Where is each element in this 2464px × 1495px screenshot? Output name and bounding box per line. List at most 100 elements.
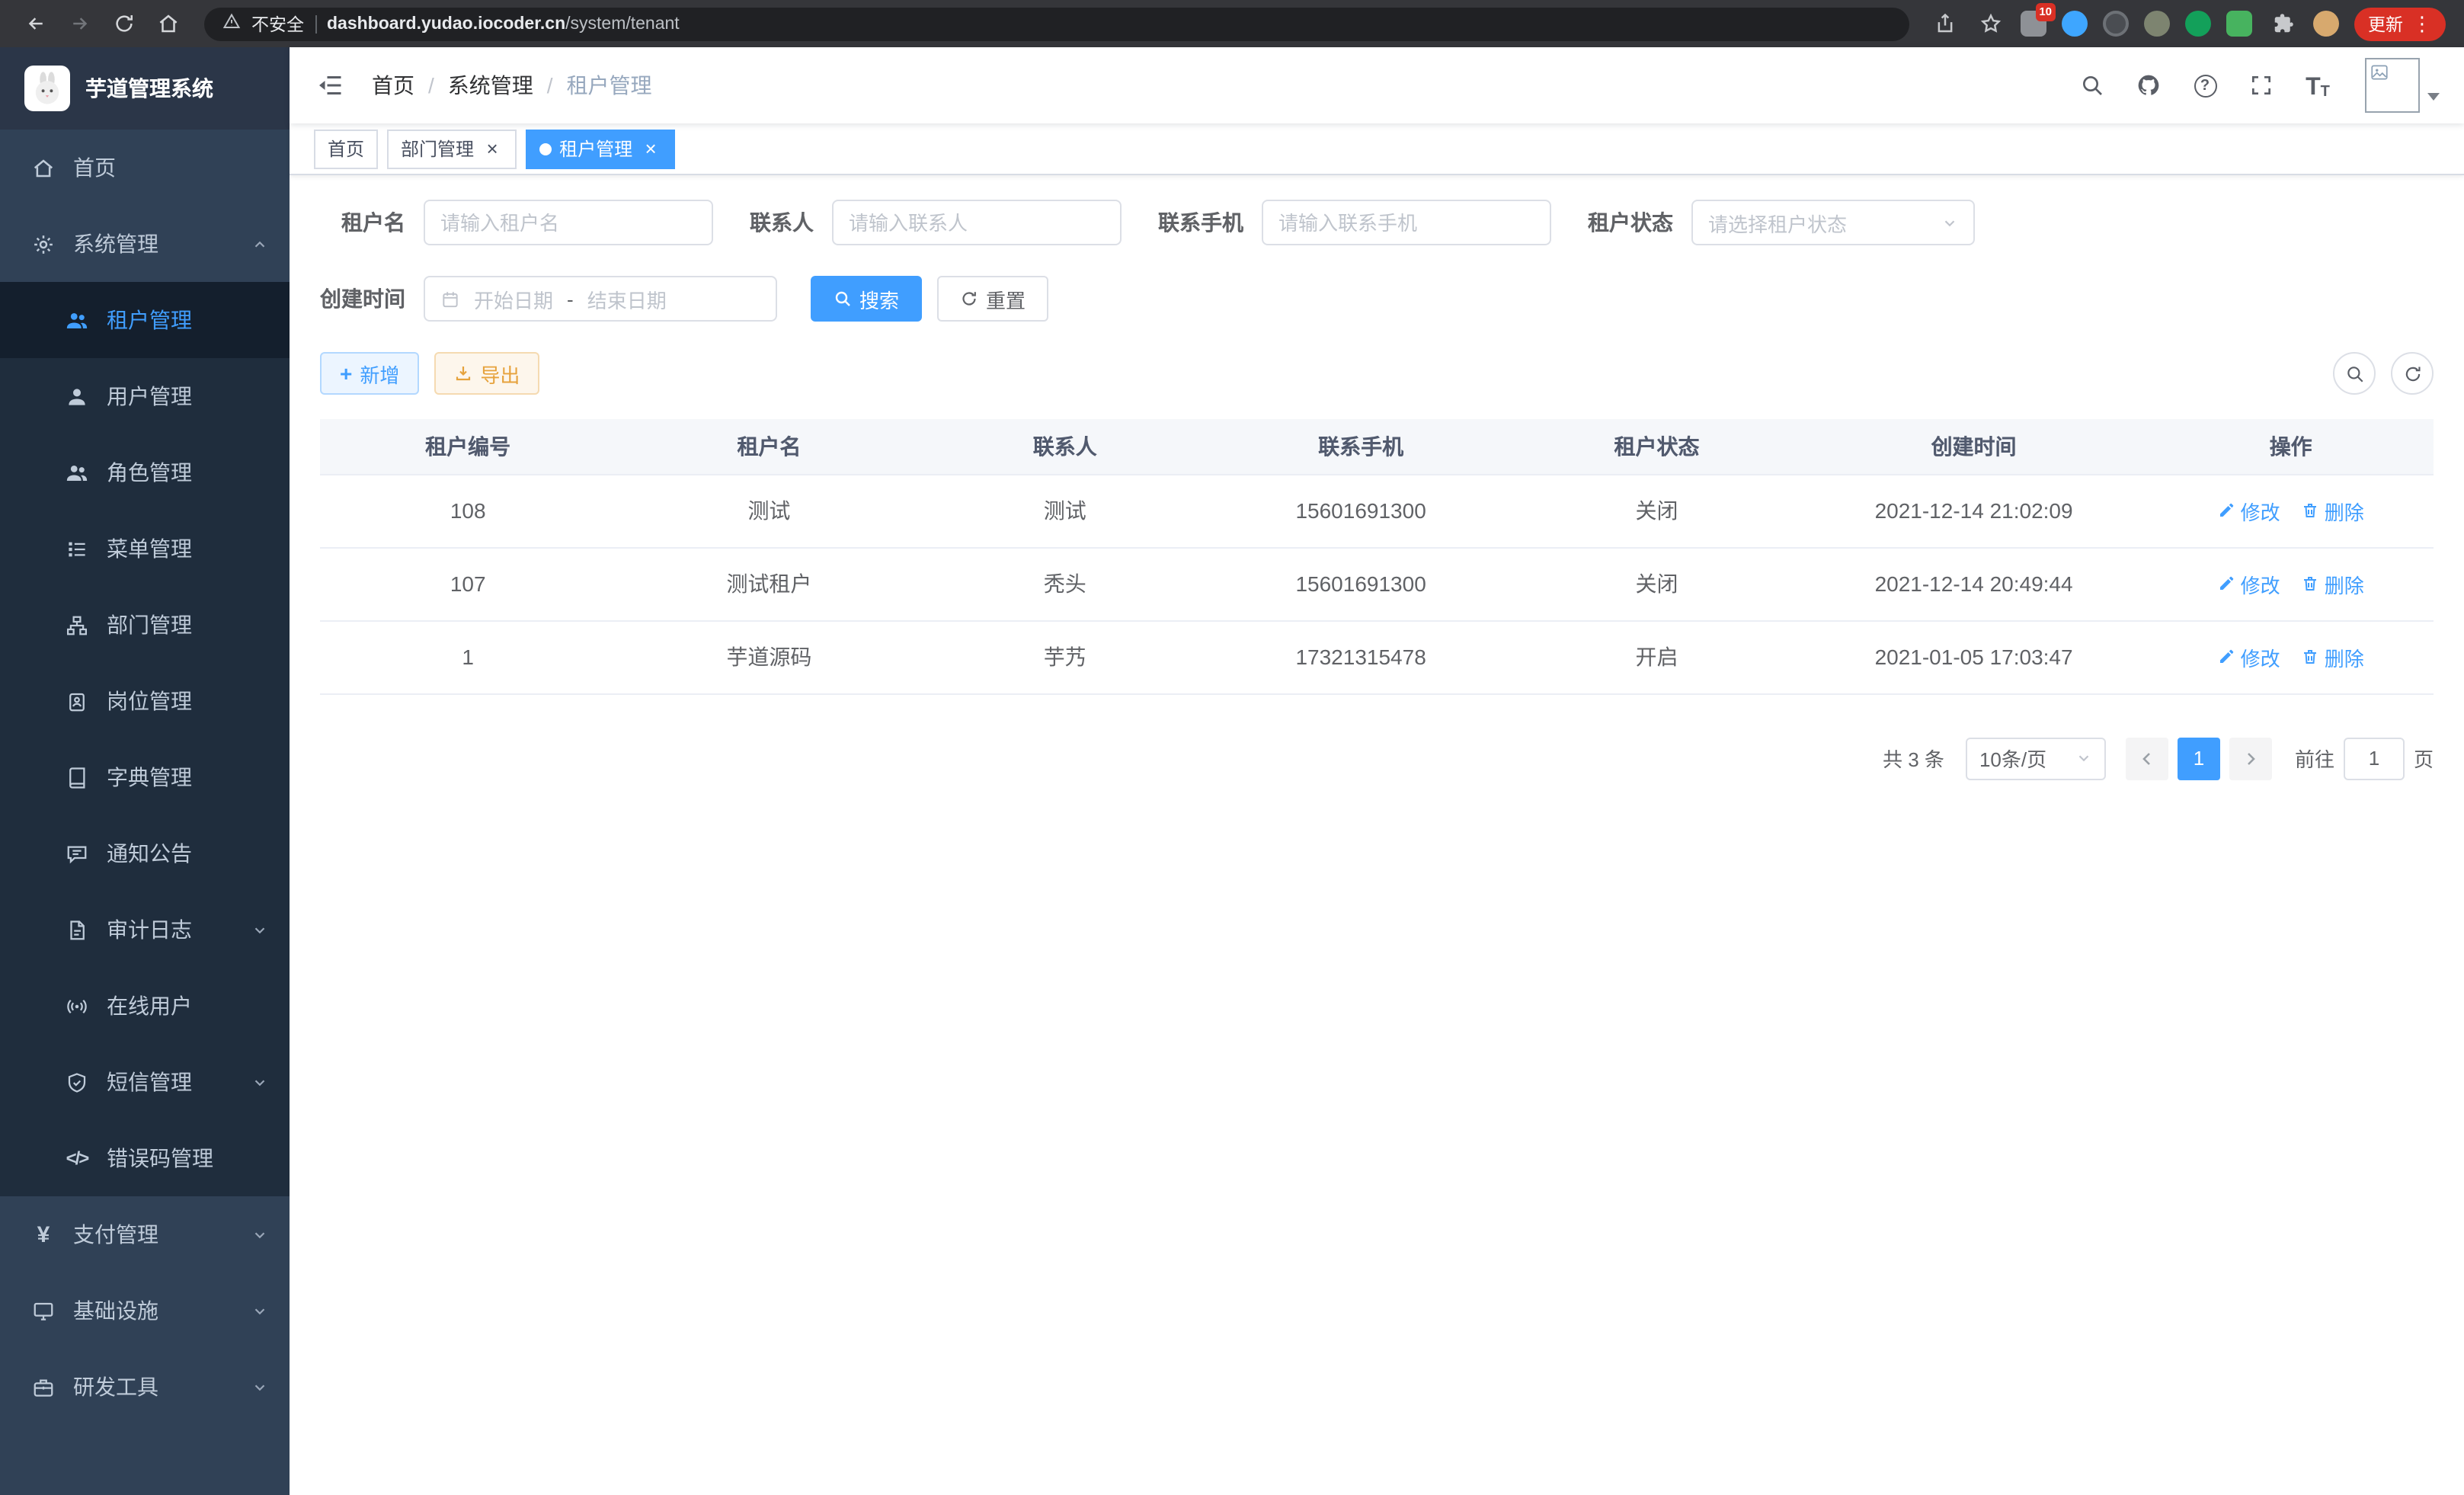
user-avatar[interactable]	[2365, 58, 2440, 113]
toggle-search-button[interactable]	[2333, 352, 2376, 395]
update-label: 更新	[2368, 11, 2403, 36]
sidebar-item-system[interactable]: 系统管理	[0, 206, 290, 282]
delete-link[interactable]: 删除	[2302, 569, 2364, 598]
mobile-input[interactable]	[1262, 200, 1551, 245]
search-button[interactable]: 搜索	[811, 276, 922, 322]
tag-home[interactable]: 首页	[314, 129, 378, 168]
table-row: 1 芋道源码 芋艿 17321315478 开启 2021-01-05 17:0…	[320, 620, 2434, 693]
extension-icon-2[interactable]	[2062, 11, 2088, 37]
cell-created: 2021-12-14 21:02:09	[1800, 474, 2149, 547]
tenant-table: 租户编号 租户名 联系人 联系手机 租户状态 创建时间 操作 108 测试	[320, 419, 2434, 694]
browser-profile-avatar[interactable]	[2313, 11, 2339, 37]
edit-link[interactable]: 修改	[2218, 496, 2280, 525]
bookmark-star-icon[interactable]	[1975, 8, 2005, 39]
sidebar-item-online-users[interactable]: 在线用户	[0, 968, 290, 1044]
sidebar-item-sms[interactable]: 短信管理	[0, 1044, 290, 1120]
sidebar-item-notice[interactable]: 通知公告	[0, 815, 290, 892]
edit-link[interactable]: 修改	[2218, 569, 2280, 598]
tag-dept[interactable]: 部门管理 ×	[387, 129, 517, 168]
contact-input[interactable]	[832, 200, 1122, 245]
sidebar-item-label: 错误码管理	[107, 1143, 213, 1173]
tenant-name-input[interactable]	[424, 200, 713, 245]
breadcrumb-home[interactable]: 首页	[372, 70, 414, 101]
active-dot	[539, 142, 552, 155]
status-select[interactable]: 请选择租户状态	[1691, 200, 1975, 245]
browser-refresh-button[interactable]	[107, 7, 140, 40]
sidebar-item-role[interactable]: 角色管理	[0, 434, 290, 511]
breadcrumb-current: 租户管理	[567, 70, 652, 101]
browser-forward-button[interactable]	[62, 7, 96, 40]
browser-home-button[interactable]	[151, 7, 184, 40]
page-number-1[interactable]: 1	[2178, 737, 2220, 780]
cell-contact: 芋艿	[923, 620, 1208, 693]
start-date-placeholder: 开始日期	[474, 284, 553, 313]
search-button-label: 搜索	[859, 284, 899, 313]
extension-icon-6[interactable]	[2226, 11, 2252, 37]
share-icon[interactable]	[1929, 8, 1960, 39]
browser-back-button[interactable]	[18, 7, 52, 40]
date-range-picker[interactable]: 开始日期 - 结束日期	[424, 276, 777, 322]
sidebar-item-pay[interactable]: ¥ 支付管理	[0, 1196, 290, 1273]
sidebar-item-label: 首页	[73, 152, 116, 183]
app-logo[interactable]: 芋道管理系统	[0, 47, 290, 130]
page-size-select[interactable]: 10条/页	[1966, 737, 2106, 780]
cell-tenant-name: 测试	[616, 474, 922, 547]
extension-icon-5[interactable]	[2185, 11, 2211, 37]
edit-link[interactable]: 修改	[2218, 642, 2280, 671]
sidebar-item-dict[interactable]: 字典管理	[0, 739, 290, 815]
sidebar-item-label: 部门管理	[107, 610, 192, 640]
tag-label: 租户管理	[559, 136, 632, 162]
prev-page-button[interactable]	[2126, 737, 2168, 780]
fullscreen-icon[interactable]	[2246, 70, 2277, 101]
yen-icon: ¥	[30, 1221, 56, 1247]
monitor-icon	[30, 1299, 56, 1322]
sidebar-item-menu[interactable]: 菜单管理	[0, 511, 290, 587]
sidebar-item-label: 在线用户	[107, 991, 192, 1021]
github-icon[interactable]	[2133, 70, 2164, 101]
font-size-icon[interactable]: TT	[2302, 70, 2333, 101]
sidebar-item-dev-tools[interactable]: 研发工具	[0, 1349, 290, 1425]
delete-link[interactable]: 删除	[2302, 496, 2364, 525]
sidebar-item-user[interactable]: 用户管理	[0, 358, 290, 434]
browser-menu-icon[interactable]: ⋮	[2412, 14, 2432, 34]
next-page-button[interactable]	[2229, 737, 2272, 780]
sidebar-item-post[interactable]: 岗位管理	[0, 663, 290, 739]
home-icon	[30, 156, 56, 179]
cell-mobile: 15601691300	[1208, 547, 1514, 620]
extensions-puzzle-icon[interactable]	[2267, 8, 2298, 39]
sidebar-item-dept[interactable]: 部门管理	[0, 587, 290, 663]
table-toolbar: + 新增 导出	[320, 352, 2434, 395]
extension-icon-1[interactable]: 10	[2021, 11, 2046, 37]
security-label[interactable]: 不安全	[251, 11, 304, 36]
header-tenant-id: 租户编号	[320, 419, 616, 474]
delete-link[interactable]: 删除	[2302, 642, 2364, 671]
extension-icon-4[interactable]	[2144, 11, 2170, 37]
header-search-icon[interactable]	[2077, 70, 2107, 101]
chrome-update-button[interactable]: 更新 ⋮	[2354, 7, 2446, 40]
filter-status: 租户状态 请选择租户状态	[1588, 200, 1975, 245]
tag-label: 首页	[328, 136, 364, 162]
sidebar-item-error-code[interactable]: </> 错误码管理	[0, 1120, 290, 1196]
tag-close-icon[interactable]: ×	[482, 138, 503, 159]
chevron-down-icon	[2075, 750, 2092, 767]
export-button[interactable]: 导出	[434, 352, 539, 395]
cell-contact: 秃头	[923, 547, 1208, 620]
breadcrumb-system[interactable]: 系统管理	[448, 70, 533, 101]
cell-status: 关闭	[1514, 547, 1799, 620]
reset-button[interactable]: 重置	[937, 276, 1048, 322]
tag-close-icon[interactable]: ×	[640, 138, 661, 159]
extension-icon-3[interactable]	[2103, 11, 2129, 37]
add-button[interactable]: + 新增	[320, 352, 419, 395]
sidebar-item-tenant[interactable]: 租户管理	[0, 282, 290, 358]
goto-page-input[interactable]	[2344, 737, 2405, 780]
address-bar[interactable]: 不安全 dashboard.yudao.iocoder.cn/system/te…	[204, 7, 1909, 40]
app-window: 芋道管理系统 首页 系统管理	[0, 47, 2464, 1495]
sidebar-item-home[interactable]: 首页	[0, 130, 290, 206]
sidebar-item-audit-log[interactable]: 审计日志	[0, 892, 290, 968]
sidebar-item-infra[interactable]: 基础设施	[0, 1273, 290, 1349]
refresh-table-button[interactable]	[2391, 352, 2434, 395]
tag-tenant-active[interactable]: 租户管理 ×	[526, 129, 675, 168]
sidebar-toggle-icon[interactable]	[314, 69, 347, 102]
code-icon: </>	[64, 1148, 90, 1169]
help-icon[interactable]: ?	[2190, 70, 2220, 101]
